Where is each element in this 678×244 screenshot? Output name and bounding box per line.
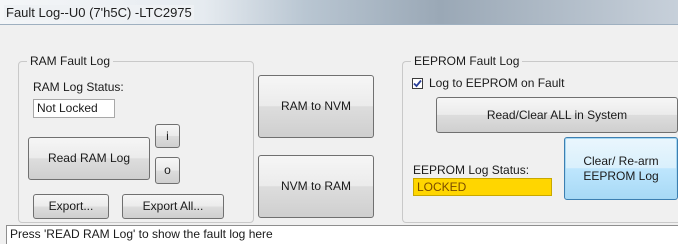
- log-to-eeprom-label: Log to EEPROM on Fault: [429, 76, 565, 90]
- log-to-eeprom-checkbox[interactable]: [412, 77, 423, 89]
- read-clear-all-button[interactable]: Read/Clear ALL in System: [436, 97, 678, 133]
- export-button[interactable]: Export...: [33, 194, 109, 219]
- ram-log-status-label: RAM Log Status:: [33, 80, 124, 94]
- eeprom-fault-log-legend: EEPROM Fault Log: [411, 54, 523, 68]
- clear-rearm-label-line1: Clear/ Re-arm: [583, 153, 659, 168]
- ram-log-status-field: Not Locked: [33, 99, 115, 118]
- ram-fault-log-legend: RAM Fault Log: [27, 54, 114, 68]
- read-ram-log-button[interactable]: Read RAM Log: [28, 137, 150, 180]
- ram-to-nvm-button[interactable]: RAM to NVM: [258, 75, 374, 138]
- clear-rearm-eeprom-log-button[interactable]: Clear/ Re-arm EEPROM Log: [564, 137, 678, 200]
- fault-log-output[interactable]: Press 'READ RAM Log' to show the fault l…: [6, 225, 678, 244]
- eeprom-log-status-label: EEPROM Log Status:: [413, 163, 530, 177]
- i-button[interactable]: i: [155, 124, 180, 148]
- window-titlebar[interactable]: Fault Log--U0 (7'h5C) -LTC2975: [0, 0, 678, 25]
- export-all-button[interactable]: Export All...: [122, 194, 224, 219]
- clear-rearm-label-line2: EEPROM Log: [583, 168, 659, 183]
- nvm-to-ram-button[interactable]: NVM to RAM: [258, 155, 374, 218]
- o-button[interactable]: o: [155, 157, 180, 184]
- checkmark-icon: [413, 79, 422, 87]
- window-title: Fault Log--U0 (7'h5C) -LTC2975: [4, 5, 194, 20]
- eeprom-log-status-field: LOCKED: [413, 178, 552, 196]
- log-to-eeprom-checkbox-row[interactable]: Log to EEPROM on Fault: [412, 76, 564, 90]
